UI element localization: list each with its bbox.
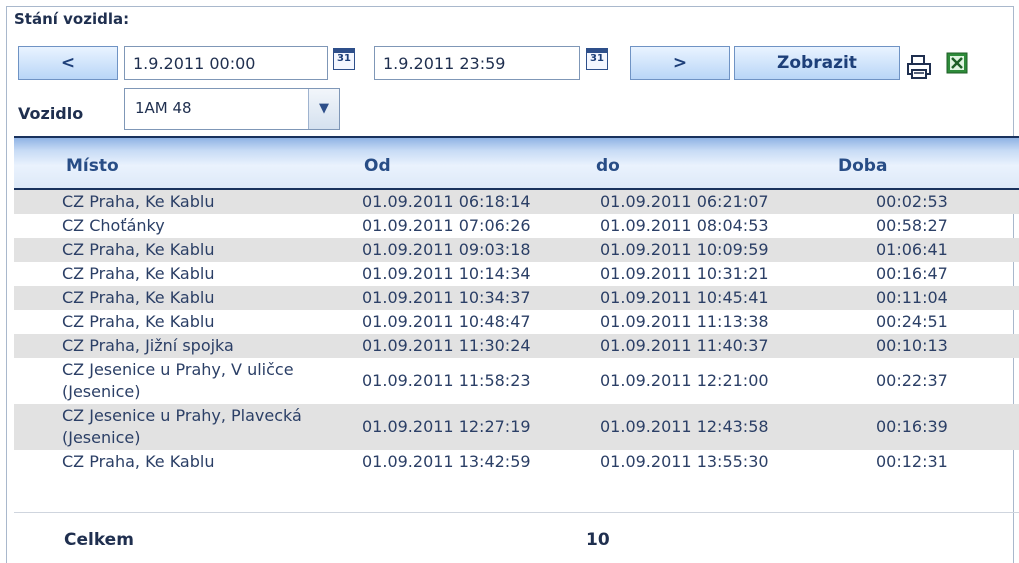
cell-to: 01.09.2011 10:45:41 <box>600 288 769 307</box>
vehicle-select-value: 1AM 48 <box>135 99 192 117</box>
cell-place: CZ Praha, Ke Kablu <box>62 264 215 283</box>
cell-to: 01.09.2011 11:40:37 <box>600 336 769 355</box>
cell-duration: 00:10:13 <box>876 336 948 355</box>
table-header: Místo Od do Doba <box>14 136 1019 190</box>
to-calendar-icon[interactable]: 31 <box>586 48 608 70</box>
cell-to: 01.09.2011 12:21:00 <box>600 371 769 390</box>
chevron-down-icon[interactable]: ▼ <box>308 89 339 129</box>
table-row[interactable]: CZ Praha, Ke Kablu 01.09.2011 06:18:14 0… <box>14 190 1019 214</box>
cell-place: CZ Praha, Ke Kablu <box>62 312 215 331</box>
total-value: 10 <box>586 530 610 550</box>
cell-duration: 00:22:37 <box>876 371 948 390</box>
cell-to: 01.09.2011 10:31:21 <box>600 264 769 283</box>
next-day-button[interactable]: > <box>630 46 730 80</box>
cell-to: 01.09.2011 08:04:53 <box>600 216 769 235</box>
cell-to: 01.09.2011 12:43:58 <box>600 417 769 436</box>
table-row[interactable]: CZ Praha, Jižní spojka 01.09.2011 11:30:… <box>14 334 1019 358</box>
cell-to: 01.09.2011 06:21:07 <box>600 192 769 211</box>
column-header-duration[interactable]: Doba <box>838 156 887 176</box>
stops-table: Místo Od do Doba CZ Praha, Ke Kablu 01.0… <box>14 136 1019 474</box>
cell-to: 01.09.2011 10:09:59 <box>600 240 769 259</box>
cell-duration: 00:02:53 <box>876 192 948 211</box>
cell-place: CZ Praha, Jižní spojka <box>62 336 234 355</box>
cell-to: 01.09.2011 11:13:38 <box>600 312 769 331</box>
cell-place-line2: (Jesenice) <box>62 428 141 447</box>
cell-from: 01.09.2011 10:48:47 <box>362 312 531 331</box>
column-header-place[interactable]: Místo <box>66 156 119 176</box>
cell-duration: 00:24:51 <box>876 312 948 331</box>
from-date-field[interactable]: 1.9.2011 00:00 <box>124 46 328 80</box>
show-button[interactable]: Zobrazit <box>734 46 900 80</box>
cell-duration: 00:16:47 <box>876 264 948 283</box>
cell-from: 01.09.2011 10:14:34 <box>362 264 531 283</box>
cell-from: 01.09.2011 13:42:59 <box>362 452 531 471</box>
cell-place: CZ Praha, Ke Kablu <box>62 192 215 211</box>
cell-place: CZ Praha, Ke Kablu <box>62 452 215 471</box>
table-row[interactable]: CZ Jesenice u Prahy, Plavecká (Jesenice)… <box>14 404 1019 450</box>
cell-from: 01.09.2011 11:30:24 <box>362 336 531 355</box>
cell-place: CZ Choťánky <box>62 216 165 235</box>
from-calendar-icon[interactable]: 31 <box>333 48 355 70</box>
vehicle-label: Vozidlo <box>18 104 84 123</box>
table-row[interactable]: CZ Praha, Ke Kablu 01.09.2011 10:34:37 0… <box>14 286 1019 310</box>
cell-duration: 00:11:04 <box>876 288 948 307</box>
table-row[interactable]: CZ Praha, Ke Kablu 01.09.2011 09:03:18 0… <box>14 238 1019 262</box>
table-row[interactable]: CZ Jesenice u Prahy, V uličce (Jesenice)… <box>14 358 1019 404</box>
table-row[interactable]: CZ Praha, Ke Kablu 01.09.2011 10:48:47 0… <box>14 310 1019 334</box>
panel-title: Stání vozidla: <box>14 10 130 28</box>
cell-to: 01.09.2011 13:55:30 <box>600 452 769 471</box>
cell-from: 01.09.2011 10:34:37 <box>362 288 531 307</box>
table-row[interactable]: CZ Praha, Ke Kablu 01.09.2011 10:14:34 0… <box>14 262 1019 286</box>
cell-place-line2: (Jesenice) <box>62 382 141 401</box>
cell-from: 01.09.2011 11:58:23 <box>362 371 531 390</box>
printer-icon[interactable] <box>906 54 932 80</box>
cell-from: 01.09.2011 12:27:19 <box>362 417 531 436</box>
cell-duration: 00:16:39 <box>876 417 948 436</box>
cell-place: CZ Jesenice u Prahy, Plavecká <box>62 406 302 425</box>
total-label: Celkem <box>64 530 134 550</box>
previous-day-button[interactable]: < <box>18 46 118 80</box>
excel-icon[interactable] <box>946 52 968 74</box>
column-header-from[interactable]: Od <box>364 156 391 176</box>
cell-from: 01.09.2011 07:06:26 <box>362 216 531 235</box>
table-row[interactable]: CZ Praha, Ke Kablu 01.09.2011 13:42:59 0… <box>14 450 1019 474</box>
vehicle-select[interactable]: 1AM 48 ▼ <box>124 88 340 130</box>
cell-place: CZ Jesenice u Prahy, V uličce <box>62 360 294 379</box>
cell-duration: 01:06:41 <box>876 240 948 259</box>
cell-from: 01.09.2011 09:03:18 <box>362 240 531 259</box>
cell-place: CZ Praha, Ke Kablu <box>62 288 215 307</box>
cell-from: 01.09.2011 06:18:14 <box>362 192 531 211</box>
cell-place: CZ Praha, Ke Kablu <box>62 240 215 259</box>
table-footer-divider <box>14 512 1019 513</box>
to-date-field[interactable]: 1.9.2011 23:59 <box>374 46 580 80</box>
cell-duration: 00:58:27 <box>876 216 948 235</box>
cell-duration: 00:12:31 <box>876 452 948 471</box>
column-header-to[interactable]: do <box>596 156 620 176</box>
table-row[interactable]: CZ Choťánky 01.09.2011 07:06:26 01.09.20… <box>14 214 1019 238</box>
